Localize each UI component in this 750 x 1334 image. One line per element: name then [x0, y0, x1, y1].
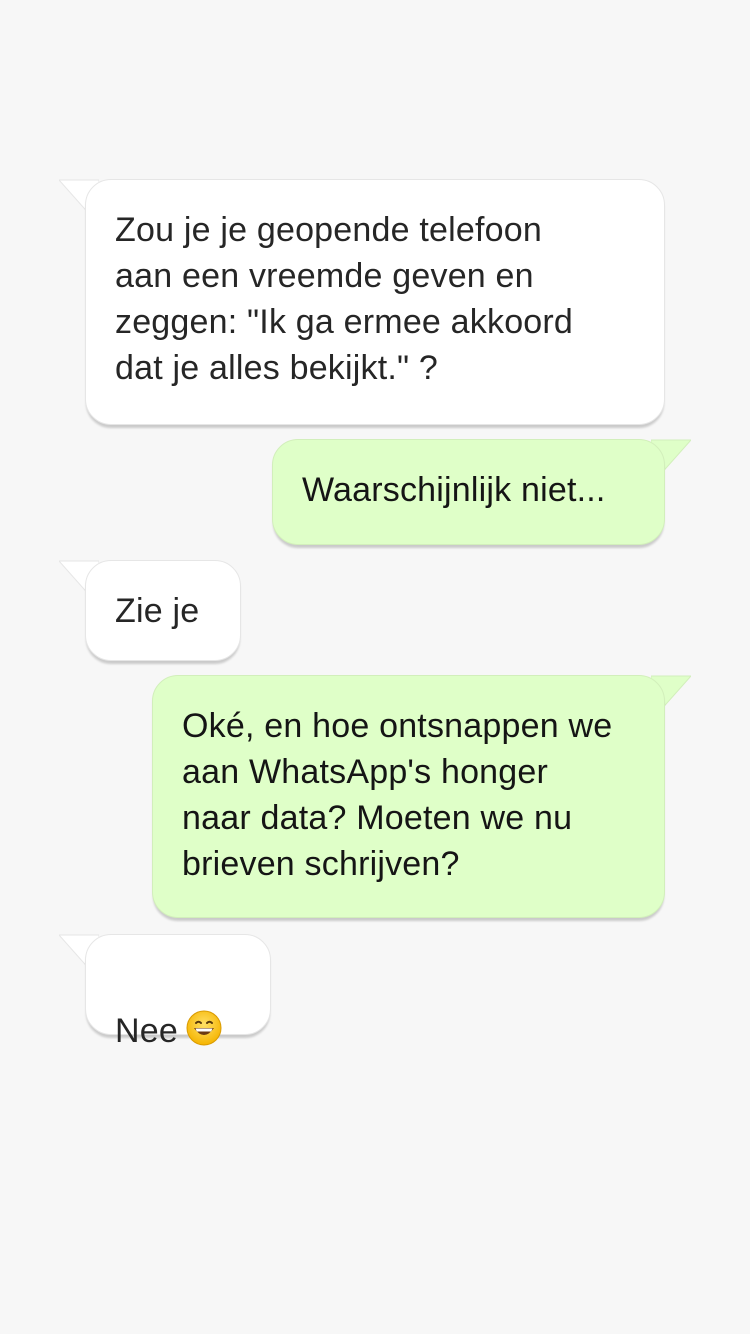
message-text: Waarschijnlijk niet... — [302, 471, 606, 509]
message-outgoing-1[interactable]: Waarschijnlijk niet... — [272, 439, 691, 545]
message-text: Zie je — [115, 592, 200, 630]
message-incoming-1[interactable]: Zou je je geopende telefoon aan een vree… — [59, 179, 665, 425]
message-incoming-2[interactable]: Zie je — [59, 560, 241, 661]
chat-conversation: Zou je je geopende telefoon aan een vree… — [0, 0, 750, 1334]
message-outgoing-2[interactable]: Oké, en hoe ontsnappen we aan WhatsApp's… — [152, 675, 691, 918]
message-text-content: Nee — [115, 1012, 178, 1050]
message-incoming-3[interactable]: Nee — [59, 934, 271, 1050]
grinning-face-icon — [186, 1010, 222, 1046]
message-text: Zou je je geopende telefoon aan een vree… — [115, 211, 574, 387]
message-text: Oké, en hoe ontsnappen we aan WhatsApp's… — [182, 707, 613, 883]
message-text: Nee — [115, 962, 251, 1054]
